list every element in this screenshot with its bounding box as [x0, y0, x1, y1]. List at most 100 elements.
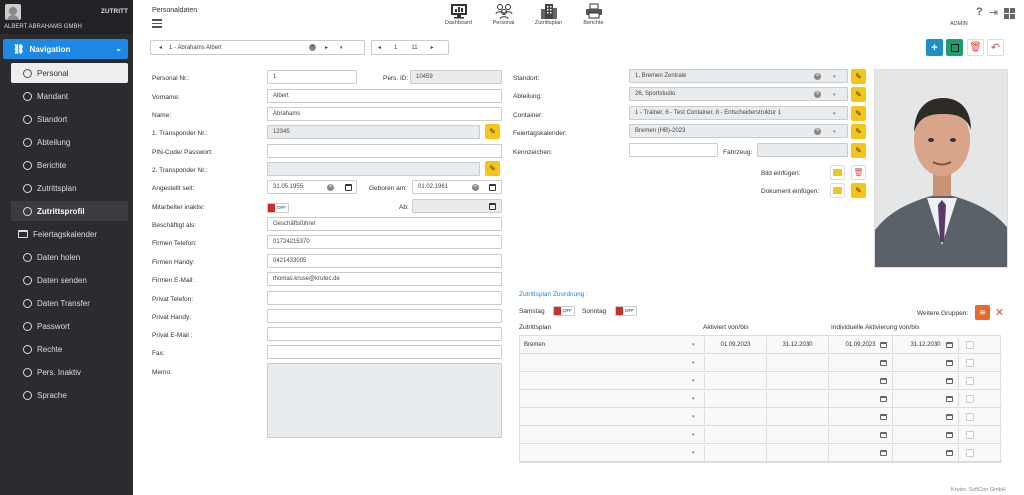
edit-standort-button[interactable]: ✎ — [851, 69, 866, 84]
sidebar-item-feiertagskalender[interactable]: Feiertagskalender — [3, 224, 128, 244]
bild-upload-button[interactable] — [830, 165, 845, 180]
sidebar-item-zutrittsplan[interactable]: Zutrittsplan — [11, 178, 128, 198]
calendar-icon[interactable] — [946, 342, 953, 348]
sidebar-item-passwort[interactable]: Passwort — [11, 316, 128, 336]
edit-feiertag-button[interactable]: ✎ — [851, 124, 866, 139]
calendar-icon[interactable] — [946, 450, 953, 456]
calendar-icon[interactable] — [880, 432, 887, 438]
cell-ibis[interactable] — [892, 391, 958, 407]
clear-icon[interactable]: × — [814, 91, 821, 98]
calendar-icon[interactable] — [880, 396, 887, 402]
calendar-icon[interactable] — [946, 360, 953, 366]
row-checkbox[interactable] — [966, 359, 974, 367]
dropdown-icon[interactable]: ▾ — [692, 342, 695, 348]
edit-abteilung-button[interactable]: ✎ — [851, 87, 866, 102]
row-checkbox-cell[interactable] — [958, 391, 980, 407]
dokument-edit-button[interactable]: ✎ — [851, 183, 866, 198]
vorname-field[interactable]: Albert — [267, 89, 502, 103]
calendar-icon[interactable] — [880, 450, 887, 456]
calendar-icon[interactable] — [946, 378, 953, 384]
privat-handy-field[interactable] — [267, 309, 502, 323]
transponder2-field[interactable] — [267, 162, 480, 176]
delete-button[interactable]: 🗑 — [967, 39, 984, 56]
cell-ivon[interactable] — [828, 427, 892, 443]
dropdown-icon[interactable]: ▾ — [833, 129, 836, 135]
cell-plan[interactable]: ▾ — [520, 373, 704, 389]
layers-button[interactable]: ≋ — [975, 305, 990, 320]
row-checkbox-cell[interactable] — [958, 373, 980, 389]
dropdown-icon[interactable]: ▾ — [833, 92, 836, 98]
calendar-icon[interactable] — [880, 342, 887, 348]
cell-plan[interactable]: Bremen ▾ — [520, 337, 704, 353]
dropdown-icon[interactable]: ▾ — [833, 74, 836, 80]
cell-ivon[interactable]: 01.09.2023 — [828, 337, 892, 353]
calendar-icon[interactable] — [946, 396, 953, 402]
calendar-icon[interactable] — [489, 203, 496, 210]
calendar-icon[interactable] — [880, 414, 887, 420]
sidebar-item-pers-inaktiv[interactable]: Pers. Inaktiv — [11, 362, 128, 382]
employee-photo[interactable] — [874, 69, 1008, 268]
sidebar-item-rechte[interactable]: Rechte — [11, 339, 128, 359]
clear-icon[interactable]: × — [814, 73, 821, 80]
personal-nr-field[interactable]: 1 — [267, 70, 357, 84]
sonntag-toggle[interactable]: OFF — [615, 306, 637, 316]
sidebar-item-personal[interactable]: Personal — [11, 63, 128, 83]
avatar[interactable] — [5, 4, 21, 20]
dropdown-icon[interactable]: ▾ — [692, 432, 695, 438]
page-number[interactable]: 1 — [394, 45, 397, 51]
personal-button[interactable]: Personal — [481, 3, 526, 26]
firmen-tel-field[interactable]: 01724215370 — [267, 235, 502, 249]
logout-icon[interactable]: ⇥ — [989, 6, 998, 19]
bild-delete-button[interactable]: 🗑 — [851, 165, 866, 180]
inaktiv-toggle[interactable]: OFF — [267, 203, 289, 213]
zutrittsplan-button[interactable]: Zutrittsplan — [526, 3, 571, 26]
sidebar-item-daten-senden[interactable]: Daten senden — [11, 270, 128, 290]
navigation-button[interactable]: ⛓ Navigation ⌄ — [3, 39, 128, 59]
sidebar-item-daten-transfer[interactable]: Daten Transfer — [11, 293, 128, 313]
calendar-icon[interactable] — [946, 432, 953, 438]
row-checkbox-cell[interactable] — [958, 427, 980, 443]
edit-transponder2-button[interactable]: ✎ — [485, 161, 500, 176]
sidebar-item-berichte[interactable]: Berichte — [11, 155, 128, 175]
dropdown-icon[interactable]: ▾ — [692, 414, 695, 420]
dropdown-icon[interactable]: ▾ — [692, 396, 695, 402]
row-checkbox-cell[interactable] — [958, 337, 980, 353]
cell-ivon[interactable] — [828, 373, 892, 389]
cell-ibis[interactable] — [892, 427, 958, 443]
undo-button[interactable]: ↶ — [987, 39, 1004, 56]
edit-transponder1-button[interactable]: ✎ — [485, 124, 500, 139]
sidebar-item-abteilung[interactable]: Abteilung — [11, 132, 128, 152]
clear-date-icon[interactable]: × — [472, 184, 479, 191]
dropdown-icon[interactable]: ▾ — [692, 360, 695, 366]
fax-field[interactable] — [267, 345, 502, 359]
save-button[interactable] — [946, 39, 963, 56]
row-checkbox-cell[interactable] — [958, 355, 980, 371]
row-checkbox-cell[interactable] — [958, 409, 980, 425]
add-button[interactable]: + — [926, 39, 943, 56]
row-checkbox-cell[interactable] — [958, 445, 980, 461]
dropdown-icon[interactable]: ▾ — [340, 45, 343, 51]
menu-icon[interactable] — [152, 19, 162, 30]
firmen-handy-field[interactable]: 0421433005 — [267, 254, 502, 268]
cell-ivon[interactable] — [828, 409, 892, 425]
transponder1-field[interactable]: 12345 — [267, 125, 480, 139]
dropdown-icon[interactable]: ▾ — [833, 111, 836, 117]
container-select[interactable]: 1 - Trainer, 6 - Test Container, 8 - Ent… — [629, 106, 848, 120]
berichte-button[interactable]: Berichte — [571, 3, 616, 26]
next-page-icon[interactable]: ▸ — [431, 44, 434, 51]
cell-ivon[interactable] — [828, 355, 892, 371]
privat-email-field[interactable] — [267, 327, 502, 341]
row-checkbox[interactable] — [966, 431, 974, 439]
samstag-toggle[interactable]: OFF — [553, 306, 575, 316]
cell-plan[interactable]: ▾ — [520, 427, 704, 443]
beschaeftigt-field[interactable]: Geschäftsführer — [267, 217, 502, 231]
kennzeichen-field[interactable] — [629, 143, 718, 157]
calendar-icon[interactable] — [489, 184, 496, 191]
record-selector[interactable]: ◂ 1 - Abrahams Albert × ▸ ▾ — [150, 40, 365, 55]
sidebar-item-sprache[interactable]: Sprache — [11, 385, 128, 405]
clear-icon[interactable]: × — [309, 44, 317, 51]
sidebar-item-zutrittsprofil[interactable]: Zutrittsprofil — [11, 201, 128, 221]
calendar-icon[interactable] — [880, 360, 887, 366]
row-checkbox[interactable] — [966, 377, 974, 385]
cell-ibis[interactable]: 31.12.2030 — [892, 337, 958, 353]
